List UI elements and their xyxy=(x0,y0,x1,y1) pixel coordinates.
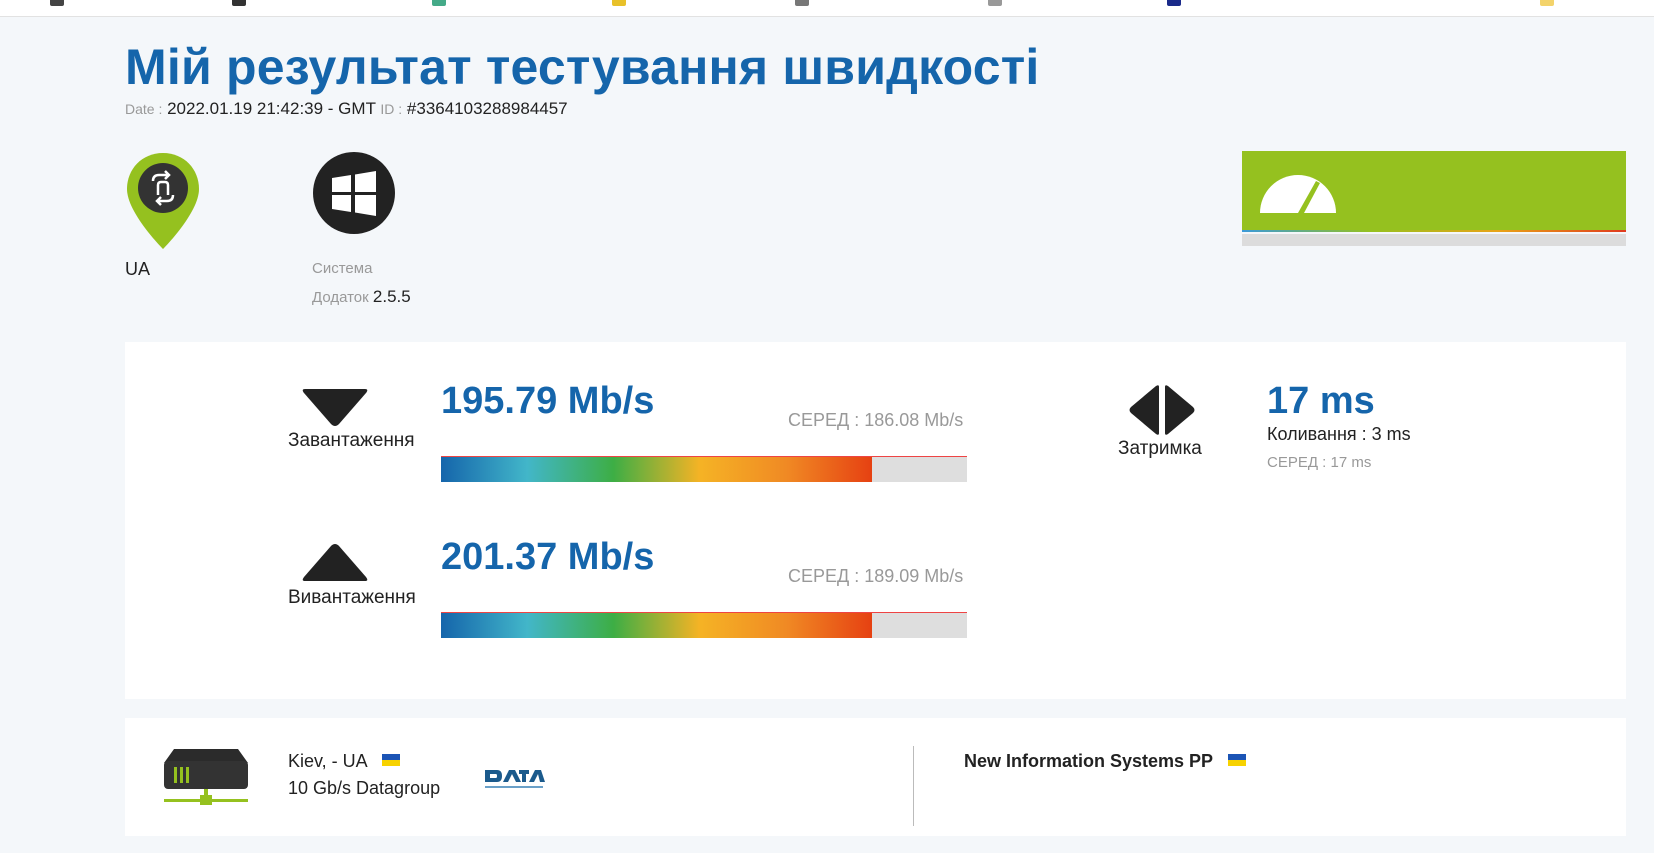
isp-name-text: New Information Systems PP xyxy=(964,751,1213,771)
banner-stripe xyxy=(1242,230,1626,232)
date-label: Date : xyxy=(125,101,163,117)
banner-background xyxy=(1242,151,1626,230)
app-version: 2.5.5 xyxy=(372,287,411,306)
speedtest-banner[interactable] xyxy=(1242,151,1626,246)
bookmark-icon[interactable] xyxy=(1167,0,1181,6)
datagroup-logo[interactable] xyxy=(483,764,545,794)
upload-bar-fill xyxy=(441,612,873,638)
ukraine-flag-icon xyxy=(381,754,400,766)
download-label: Завантаження xyxy=(288,430,415,451)
server-location: Kiev, - UA xyxy=(288,751,400,772)
bookmark-icon[interactable] xyxy=(50,0,64,6)
bookmark-icon[interactable] xyxy=(988,0,1002,6)
banner-strip xyxy=(1242,234,1626,246)
date-value: 2022.01.19 21:42:39 - GMT xyxy=(167,99,376,118)
download-speed: 195.79 Mb/s xyxy=(441,380,655,422)
isp-name: New Information Systems PP xyxy=(964,751,1246,772)
id-label: ID : xyxy=(380,101,403,117)
bookmark-icon[interactable] xyxy=(612,0,626,6)
app-label: Додаток xyxy=(312,289,369,306)
download-bar-marker xyxy=(441,456,967,457)
upload-label: Вивантаження xyxy=(288,587,416,608)
upload-arrow-icon xyxy=(302,544,368,581)
server-divider xyxy=(913,746,914,826)
server-panel: Kiev, - UA 10 Gb/s Datagroup New Informa… xyxy=(125,718,1626,836)
bookmark-icon[interactable] xyxy=(795,0,809,6)
server-icon xyxy=(164,749,248,805)
latency-label: Затримка xyxy=(1118,438,1202,459)
upload-bar-marker xyxy=(441,612,967,613)
download-bar xyxy=(441,456,967,482)
jitter-value: Коливання : 3 ms xyxy=(1267,424,1411,444)
result-id: #3364103288984457 xyxy=(406,99,568,118)
bookmark-icon[interactable] xyxy=(232,0,246,6)
upload-bar xyxy=(441,612,967,638)
latency-average: СЕРЕД : 17 ms xyxy=(1267,454,1372,471)
upload-speed: 201.37 Mb/s xyxy=(441,536,655,578)
upload-average: СЕРЕД : 189.09 Mb/s xyxy=(788,566,964,586)
latency-value: 17 ms xyxy=(1267,380,1375,422)
latency-icon xyxy=(1129,385,1195,435)
server-host: 10 Gb/s Datagroup xyxy=(288,778,441,798)
speedometer-icon xyxy=(1260,175,1336,213)
location-pin-icon xyxy=(127,153,199,249)
download-arrow-icon xyxy=(302,389,368,426)
page-title: Мій результат тестування швидкості xyxy=(125,39,1040,95)
result-meta: Date : 2022.01.19 21:42:39 - GMT ID : #3… xyxy=(125,99,568,119)
bookmark-folder-icon[interactable] xyxy=(1540,0,1554,6)
results-panel: Завантаження 195.79 Mb/s СЕРЕД : 186.08 … xyxy=(125,342,1626,699)
bookmarks-bar xyxy=(0,0,1654,17)
download-average: СЕРЕД : 186.08 Mb/s xyxy=(788,410,964,430)
system-label: Система xyxy=(312,260,373,277)
bookmark-icon[interactable] xyxy=(432,0,446,6)
server-location-text: Kiev, - UA xyxy=(288,751,367,771)
download-bar-fill xyxy=(441,456,873,482)
client-country: UA xyxy=(125,259,151,279)
windows-icon xyxy=(313,152,395,234)
app-version-line: Додаток 2.5.5 xyxy=(312,287,411,307)
ukraine-flag-icon xyxy=(1227,754,1246,766)
